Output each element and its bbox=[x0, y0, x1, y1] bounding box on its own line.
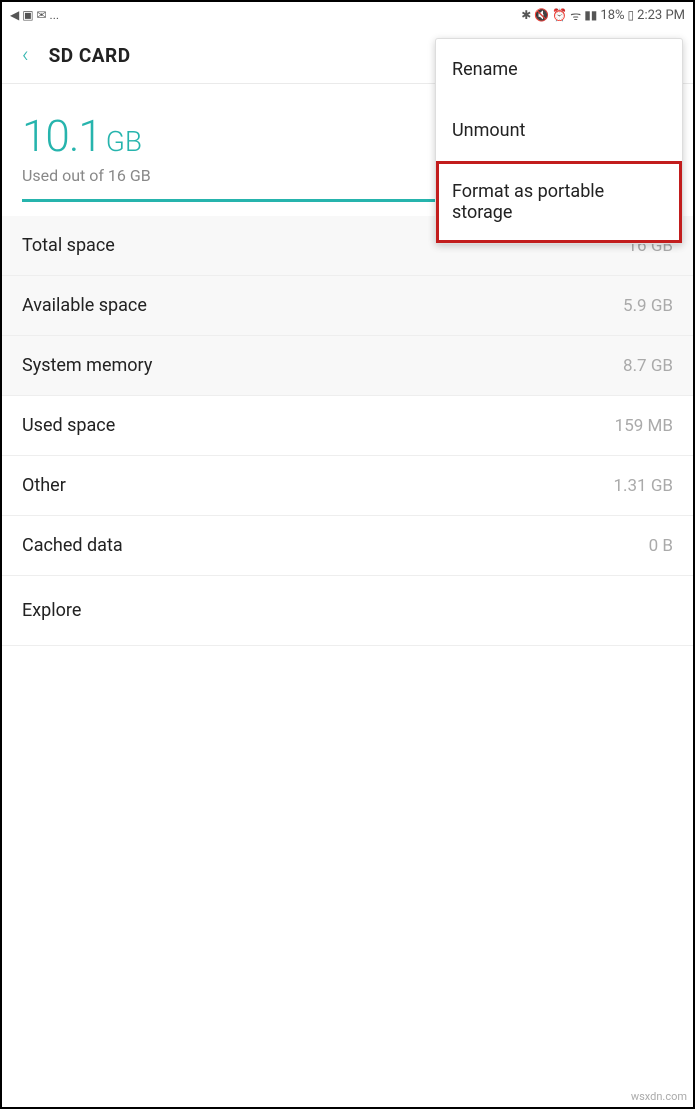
row-value: 1.31 GB bbox=[613, 476, 673, 496]
watermark: wsxdn.com bbox=[631, 1090, 687, 1103]
storage-list: Total space 16 GB Available space 5.9 GB… bbox=[2, 216, 693, 646]
battery-icon: ▯ bbox=[628, 8, 635, 22]
row-value: 0 B bbox=[649, 536, 673, 556]
row-label: Total space bbox=[22, 235, 115, 256]
row-label: Explore bbox=[22, 600, 81, 621]
alarm-icon: ⏰ bbox=[552, 8, 567, 22]
row-label: Available space bbox=[22, 295, 147, 316]
row-system-memory[interactable]: System memory 8.7 GB bbox=[2, 336, 693, 396]
row-label: Other bbox=[22, 475, 66, 496]
row-other[interactable]: Other 1.31 GB bbox=[2, 456, 693, 516]
row-label: Cached data bbox=[22, 535, 123, 556]
row-label: System memory bbox=[22, 355, 152, 376]
row-value: 8.7 GB bbox=[623, 356, 673, 376]
menu-item-format-portable[interactable]: Format as portable storage bbox=[436, 161, 682, 243]
page-title: SD CARD bbox=[49, 44, 131, 67]
row-value: 159 MB bbox=[615, 416, 673, 436]
row-available-space[interactable]: Available space 5.9 GB bbox=[2, 276, 693, 336]
signal-icon: ▮▮ bbox=[584, 8, 597, 22]
wifi-icon: ᯤ bbox=[570, 7, 581, 24]
status-left-icons: ◀ ▣ ✉ ... bbox=[10, 8, 59, 22]
usage-number: 10.1 bbox=[22, 110, 102, 162]
back-icon[interactable]: ‹ bbox=[22, 43, 29, 68]
row-label: Used space bbox=[22, 415, 115, 436]
status-bar: ◀ ▣ ✉ ... ✱ 🔇 ⏰ ᯤ ▮▮ 18% ▯ 2:23 PM bbox=[2, 2, 693, 28]
battery-percent: 18% bbox=[600, 8, 624, 23]
mute-icon: 🔇 bbox=[534, 8, 549, 22]
row-value: 5.9 GB bbox=[623, 296, 673, 316]
menu-item-unmount[interactable]: Unmount bbox=[436, 100, 682, 161]
menu-item-rename[interactable]: Rename bbox=[436, 39, 682, 100]
status-right-icons: ✱ 🔇 ⏰ ᯤ ▮▮ 18% ▯ 2:23 PM bbox=[521, 7, 685, 24]
notification-icons: ◀ ▣ ✉ ... bbox=[10, 8, 59, 22]
bluetooth-icon: ✱ bbox=[521, 8, 531, 22]
row-used-space[interactable]: Used space 159 MB bbox=[2, 396, 693, 456]
usage-unit: GB bbox=[106, 125, 142, 158]
row-cached-data[interactable]: Cached data 0 B bbox=[2, 516, 693, 576]
clock-time: 2:23 PM bbox=[637, 8, 685, 23]
row-explore[interactable]: Explore bbox=[2, 576, 693, 646]
overflow-menu: Rename Unmount Format as portable storag… bbox=[435, 38, 683, 244]
